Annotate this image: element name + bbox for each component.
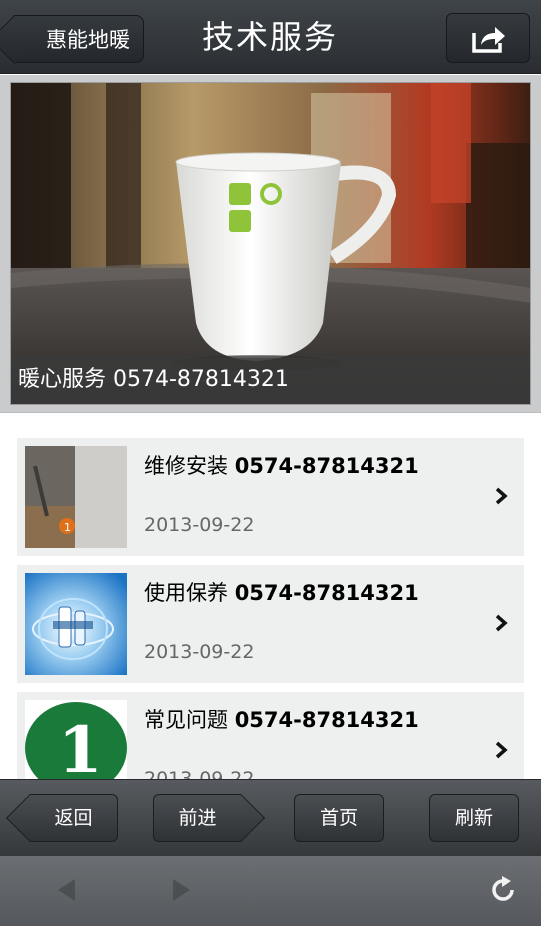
nav-refresh-label: 刷新 <box>454 807 493 829</box>
banner: 暖心服务 0574-87814321 <box>0 75 541 413</box>
browser-reload-icon[interactable] <box>490 876 518 910</box>
nav-forward-button[interactable]: 前进 <box>153 794 241 842</box>
service-list: 1 维修安装 0574-87814321 2013-09-22 使用保养 057… <box>17 438 524 819</box>
list-item[interactable]: 1 维修安装 0574-87814321 2013-09-22 <box>17 438 524 556</box>
svg-text:1: 1 <box>58 713 103 788</box>
list-item-date: 2013-09-22 <box>144 514 255 536</box>
maintenance-graphic-icon <box>25 573 127 675</box>
header-back-label: 惠能地暖 <box>46 28 130 52</box>
list-item-phone: 0574-87814321 <box>234 708 419 732</box>
list-item-phone: 0574-87814321 <box>234 454 419 478</box>
list-item[interactable]: 使用保养 0574-87814321 2013-09-22 <box>17 565 524 683</box>
nav-refresh-button[interactable]: 刷新 <box>429 794 519 842</box>
nav-back-button[interactable]: 返回 <box>30 794 118 842</box>
installation-photo-thumb: 1 <box>25 446 127 548</box>
share-button[interactable] <box>446 13 530 63</box>
list-item-phone: 0574-87814321 <box>234 581 419 605</box>
browser-toolbar <box>0 856 541 926</box>
banner-image[interactable]: 暖心服务 0574-87814321 <box>10 82 531 405</box>
header-bar: 惠能地暖 技术服务 <box>0 0 541 74</box>
list-item-title: 常见问题 0574-87814321 <box>144 704 419 734</box>
list-item-title: 维修安装 0574-87814321 <box>144 450 419 480</box>
header-back-button[interactable]: 惠能地暖 <box>14 15 144 63</box>
list-item-title: 使用保养 0574-87814321 <box>144 577 419 607</box>
browser-forward-icon[interactable] <box>171 876 193 908</box>
svg-text:1: 1 <box>64 521 71 534</box>
installation-photo-icon: 1 <box>25 446 127 548</box>
maintenance-graphic-thumb <box>25 573 127 675</box>
chevron-right-icon <box>494 486 508 512</box>
bottom-nav-bar: 返回 前进 首页 刷新 <box>0 779 541 856</box>
list-item-title-text: 使用保养 <box>144 581 228 605</box>
chevron-right-icon <box>494 740 508 766</box>
banner-caption: 暖心服务 0574-87814321 <box>11 356 530 404</box>
page-title: 技术服务 <box>201 18 338 56</box>
nav-home-label: 首页 <box>319 807 358 829</box>
nav-back-label: 返回 <box>54 807 93 829</box>
list-item-date: 2013-09-22 <box>144 641 255 663</box>
nav-home-button[interactable]: 首页 <box>294 794 384 842</box>
list-item-title-text: 常见问题 <box>144 708 228 732</box>
list-item-title-text: 维修安装 <box>144 454 228 478</box>
chevron-right-icon <box>494 613 508 639</box>
browser-back-icon[interactable] <box>55 876 77 908</box>
share-icon <box>472 27 505 53</box>
nav-forward-label: 前进 <box>178 807 217 829</box>
